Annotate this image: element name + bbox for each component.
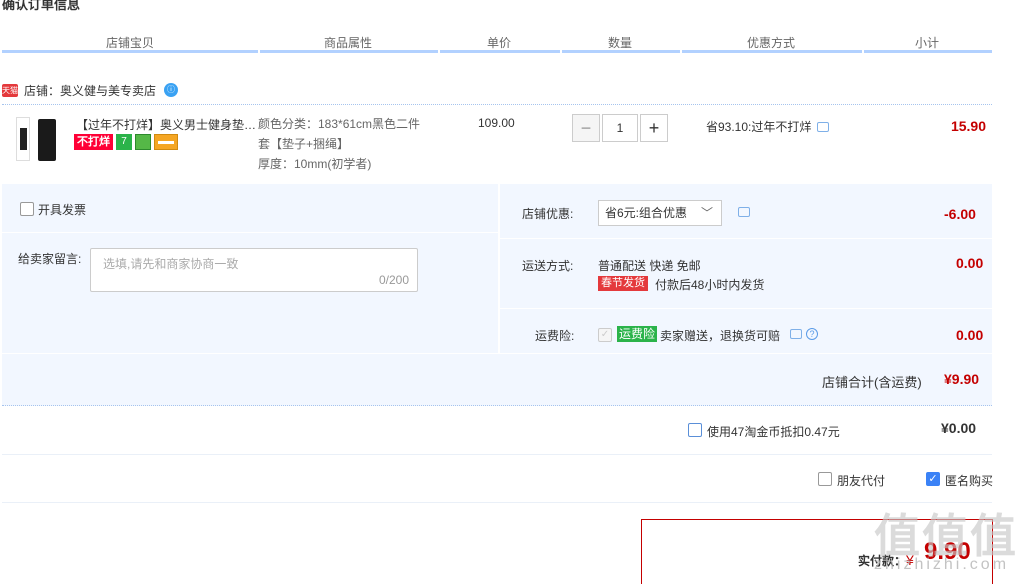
shop-discount-select[interactable]: 省6元:组合优惠 ﹀ <box>598 200 722 226</box>
watermark-url: zhizhizhi.com <box>874 556 1010 573</box>
friend-pay-label[interactable]: 朋友代付 <box>837 472 885 489</box>
chevron-down-icon: ﹀ <box>700 206 713 220</box>
item-promo-text: 省93.10:过年不打烊 <box>706 120 812 134</box>
discount-info-icon[interactable] <box>738 207 750 217</box>
guarantee-icon <box>135 134 151 150</box>
insurance-checkbox: ✓ <box>598 328 612 342</box>
tmall-icon: 天猫 <box>2 83 18 97</box>
header-bar <box>2 50 258 53</box>
insurance-note: 卖家赠送，退换货可赔 <box>660 329 781 343</box>
product-title-link[interactable]: 【过年不打烊】奥义男士健身垫… <box>76 116 256 133</box>
insurance-label: 运费险: <box>535 329 575 343</box>
insurance-info-icon[interactable] <box>790 329 802 339</box>
invoice-checkbox[interactable] <box>20 202 34 216</box>
header-bar <box>260 50 438 53</box>
memo-placeholder: 选填,请先和商家协商一致 <box>103 257 239 271</box>
divider <box>2 104 992 105</box>
header-bar <box>682 50 862 53</box>
wangwang-chat-icon[interactable]: ⓘ <box>164 83 179 97</box>
shop-row: 天猫 店铺：奥义健与美专卖店 ⓘ <box>2 82 179 99</box>
no-closing-tag: 不打烊 <box>74 134 113 150</box>
quantity-minus-button[interactable]: − <box>572 114 600 142</box>
friend-pay-checkbox[interactable] <box>818 472 832 486</box>
header-unit-price: 单价 <box>486 36 511 50</box>
spring-festival-badge: 春节发货 <box>598 276 648 291</box>
header-quantity: 数量 <box>607 36 632 50</box>
quantity-stepper: − 1 + <box>572 114 668 142</box>
header-discount: 优惠方式 <box>746 36 795 50</box>
shop-name[interactable]: 店铺：奥义健与美专卖店 <box>24 82 156 99</box>
shipping-method: 普通配送 快递 免邮 <box>598 259 701 273</box>
insurance-badge: 运费险 <box>617 326 658 342</box>
header-attributes: 商品属性 <box>323 36 372 50</box>
item-promo: 省93.10:过年不打烊 <box>706 118 830 135</box>
shop-discount-amount: -6.00 <box>944 206 976 222</box>
anonymous-label[interactable]: 匿名购买 <box>945 472 993 489</box>
panel-divider <box>498 184 500 353</box>
shipping-note: 付款后48小时内发货 <box>655 278 765 292</box>
seller-memo-field[interactable]: 选填,请先和商家协商一致 0/200 <box>90 248 418 292</box>
header-bar <box>440 50 560 53</box>
memo-label: 给卖家留言: <box>18 252 82 266</box>
panel-divider <box>500 238 992 239</box>
header-shop-item: 店铺宝贝 <box>105 36 154 50</box>
attr-color-cont: 套【垫子+捆绳】 <box>258 137 350 151</box>
divider <box>2 502 992 503</box>
item-subtotal: 15.90 <box>950 118 986 134</box>
memo-char-count: 0/200 <box>378 273 409 287</box>
coins-label[interactable]: 使用47淘金币抵扣0.47元 <box>707 423 840 440</box>
attr-color: 颜色分类：183*61cm黑色二件 <box>258 117 421 131</box>
header-subtotal: 小计 <box>914 36 939 50</box>
panel-divider <box>500 308 992 309</box>
header-bar <box>864 50 992 53</box>
shipping-amount: 0.00 <box>956 255 984 271</box>
panel-divider <box>2 232 498 233</box>
shop-discount-label: 店铺优惠: <box>522 207 574 221</box>
shop-total-value: ¥9.90 <box>944 371 980 387</box>
panel-divider <box>2 353 992 354</box>
divider <box>2 454 992 455</box>
product-thumbnail[interactable] <box>12 115 60 163</box>
divider <box>2 405 992 406</box>
seven-day-return-icon: 7 <box>116 134 132 150</box>
credit-card-icon <box>154 134 178 150</box>
help-icon[interactable]: ? <box>806 328 818 340</box>
attr-thickness: 厚度：10mm(初学者) <box>258 157 372 171</box>
invoice-label[interactable]: 开具发票 <box>38 201 86 218</box>
quantity-input[interactable]: 1 <box>602 114 638 142</box>
unit-price: 109.00 <box>478 116 515 130</box>
promo-info-icon[interactable] <box>817 121 830 132</box>
shop-total-label: 店铺合计(含运费) <box>822 375 922 390</box>
product-tags: 不打烊 7 <box>74 134 178 150</box>
quantity-plus-button[interactable]: + <box>640 114 668 142</box>
insurance-amount: 0.00 <box>956 327 984 343</box>
shipping-label: 运送方式: <box>522 259 574 273</box>
page-title: 确认订单信息 <box>2 0 81 12</box>
anonymous-checkbox[interactable] <box>926 472 940 486</box>
shop-discount-value: 省6元:组合优惠 <box>605 206 688 220</box>
header-bar <box>562 50 680 53</box>
coins-checkbox[interactable] <box>688 423 702 437</box>
coins-value: ¥0.00 <box>941 420 977 436</box>
